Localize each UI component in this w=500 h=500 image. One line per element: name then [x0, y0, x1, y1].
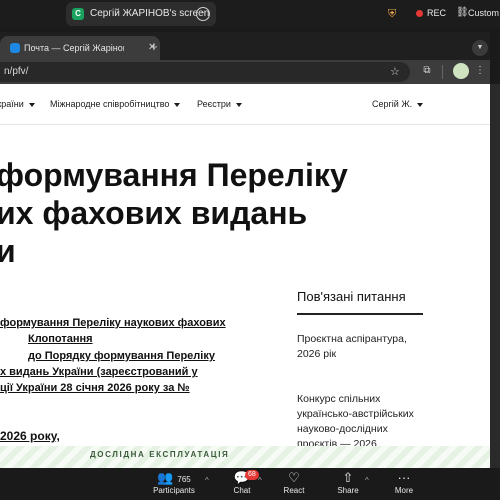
page-title-line-2: их фахових видань — [0, 195, 308, 231]
chevron-down-icon — [235, 102, 242, 107]
page-scrollbar[interactable] — [490, 84, 500, 468]
related-topic-line: 2026 рік — [297, 348, 337, 360]
rec-label[interactable]: REC — [427, 8, 446, 18]
document-link[interactable]: ції України 28 січня 2026 року за № — [0, 380, 190, 397]
document-link[interactable]: формування Переліку наукових фахових — [0, 315, 226, 332]
bookmark-star-icon[interactable]: ☆ — [390, 62, 400, 82]
document-link[interactable]: х видань України (зареєстрований у — [0, 364, 198, 381]
related-topic-line: українсько-австрійських — [297, 408, 414, 420]
kebab-menu-icon[interactable]: ⋮ — [473, 64, 487, 78]
chevron-down-icon — [174, 102, 181, 107]
more-icon: ··· — [397, 470, 411, 485]
chevron-up-icon[interactable]: ^ — [258, 476, 262, 485]
react-label: React — [283, 486, 305, 495]
share-label: Share — [337, 486, 359, 495]
user-menu[interactable]: Сергій Ж. — [372, 94, 424, 114]
chat-icon: 💬 — [233, 470, 251, 485]
nav-item-label: Реєстри — [197, 99, 231, 109]
browser-tab-mail[interactable]: Почта — Сергій Жарінов — ✕ — [0, 36, 160, 60]
screen-share-title: Сергій ЖАРІНОВ's screen — [90, 8, 210, 19]
chevron-up-icon[interactable]: ^ — [365, 476, 369, 485]
related-topic-line: науково-дослідних — [297, 423, 388, 435]
zoom-share-icon: C — [72, 8, 84, 20]
custom-layout-icon[interactable]: ⛓ — [456, 7, 469, 18]
beta-banner: ДОСЛІДНА ЕКСПЛУАТАЦІЯ — [0, 446, 490, 468]
mail-favicon-icon — [10, 43, 20, 53]
more-button[interactable]: ··· More — [374, 470, 434, 495]
shield-icon[interactable]: ⛨ — [388, 8, 396, 21]
related-topics-divider — [297, 313, 423, 315]
new-tab-button[interactable]: + — [150, 36, 158, 58]
nav-item-international[interactable]: Міжнародне співробітництво — [50, 94, 181, 114]
participants-label: Participants — [153, 486, 195, 495]
chevron-up-icon[interactable]: ^ — [205, 476, 209, 485]
page-title-line-3: и — [0, 233, 16, 269]
chat-unread-badge: 68 — [245, 470, 259, 480]
chat-button[interactable]: 💬 68 Chat — [212, 470, 272, 495]
chat-label: Chat — [233, 486, 251, 495]
beta-banner-text: ДОСЛІДНА ЕКСПЛУАТАЦІЯ — [90, 450, 230, 459]
profile-avatar[interactable] — [453, 63, 469, 79]
related-topic-link[interactable]: Проєктна аспірантура, 2026 рік — [297, 332, 437, 362]
record-dot-icon — [416, 10, 423, 17]
more-label: More — [394, 486, 414, 495]
browser-tab-strip: Почта — Сергій Жарінов — ✕ + ▼ — [0, 32, 490, 60]
more-options-icon[interactable]: ··· — [196, 7, 210, 21]
document-link[interactable]: до Порядку формування Переліку — [28, 348, 215, 365]
address-bar[interactable]: n/pfv/ ☆ — [0, 62, 410, 82]
participants-count: 765 — [177, 475, 191, 484]
nav-item-registries[interactable]: Реєстри — [197, 94, 242, 114]
react-button[interactable]: ♡ React — [264, 470, 324, 495]
related-topic-line: Конкурс спільних — [297, 393, 381, 405]
nav-divider — [0, 124, 490, 125]
participants-icon: 👥 765 — [157, 470, 191, 485]
nav-item-label: Міжнародне співробітництво — [50, 99, 170, 109]
related-topic-link[interactable]: Конкурс спільних українсько-австрійських… — [297, 392, 437, 452]
nav-item-label: України — [0, 99, 24, 109]
toolbar-divider — [442, 65, 443, 79]
related-topic-line: Проєктна аспірантура, — [297, 333, 407, 345]
chevron-down-icon — [417, 102, 424, 107]
page-title-line-1: формування Переліку — [0, 157, 348, 193]
nav-item-ukraine[interactable]: України — [0, 94, 35, 114]
share-button[interactable]: ⇧ Share — [318, 470, 378, 495]
url-text: n/pfv/ — [4, 66, 29, 77]
user-name: Сергій Ж. — [372, 99, 413, 109]
browser-tab-title: Почта — Сергій Жарінов — — [24, 43, 124, 53]
extensions-icon[interactable]: ⧉ — [420, 64, 434, 78]
chevron-down-icon[interactable]: ▼ — [472, 40, 488, 56]
browser-toolbar: n/pfv/ ☆ ⧉ ⋮ — [0, 60, 490, 84]
related-topics-title: Пов'язані питання — [297, 289, 406, 304]
document-link[interactable]: Клопотання — [28, 331, 93, 348]
web-page: України Міжнародне співробітництво Реєст… — [0, 84, 490, 468]
zoom-top-bar: C Сергій ЖАРІНОВ's screen ··· ⛨ REC ⛓ Cu… — [0, 0, 500, 28]
heart-icon: ♡ — [288, 470, 300, 485]
participants-button[interactable]: 👥 765 Participants — [144, 470, 204, 495]
zoom-meeting-controls: 👥 765 Participants ^ 💬 68 Chat ^ ♡ React … — [0, 468, 500, 500]
screen-share-tab[interactable]: C Сергій ЖАРІНОВ's screen ··· — [66, 2, 216, 26]
custom-layout-label[interactable]: Custom Li — [468, 8, 500, 18]
share-screen-icon: ⇧ — [342, 470, 354, 485]
chevron-down-icon — [28, 102, 35, 107]
